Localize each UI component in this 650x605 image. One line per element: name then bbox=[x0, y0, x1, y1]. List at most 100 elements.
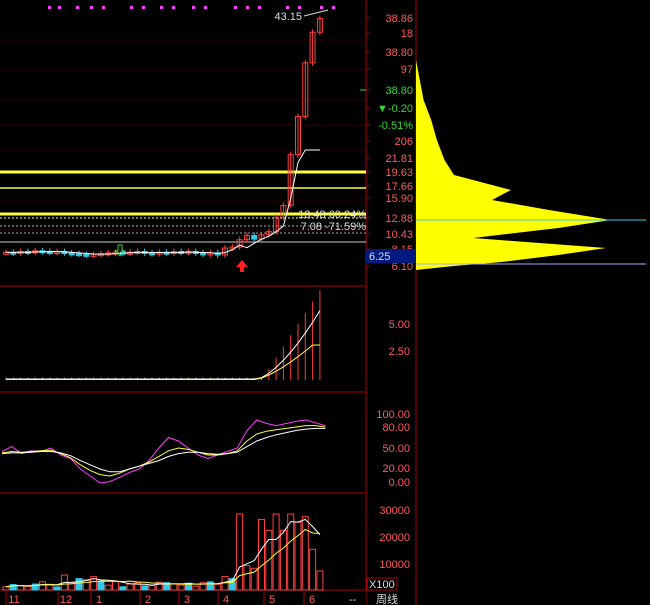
volume-bar bbox=[214, 583, 222, 591]
chart-canvas[interactable]: 43.15 13.48 60.24%7.08 -71.59% 38.86 18 38.… bbox=[0, 0, 650, 605]
volume-bar bbox=[148, 585, 156, 591]
volatility-axis-label: 5.00 bbox=[389, 319, 410, 331]
volume-panel: 30000 20000 10000 X100 bbox=[2, 505, 410, 591]
volume-bar bbox=[17, 585, 25, 591]
price-grid bbox=[0, 39, 366, 231]
volatility-line-slow bbox=[6, 344, 320, 380]
volatility-axis-label: 2.50 bbox=[389, 346, 410, 358]
volume-bar bbox=[309, 548, 317, 591]
top-dot-marker bbox=[234, 6, 237, 9]
price-axis-label: 17.66 bbox=[385, 181, 413, 193]
x-axis-label: 2 bbox=[145, 594, 151, 605]
oscillator-axis-label: 50.00 bbox=[382, 443, 410, 455]
nav-button[interactable]: -- bbox=[349, 594, 357, 605]
volatility-panel: 5.00 2.50 bbox=[5, 290, 410, 380]
oscillator-axis-label: 20.00 bbox=[382, 463, 410, 475]
volume-bar bbox=[39, 581, 46, 591]
volume-bar bbox=[192, 585, 200, 591]
high-price-pointer bbox=[303, 9, 329, 17]
volume-bar bbox=[97, 580, 105, 591]
top-dot-marker bbox=[130, 6, 133, 9]
x-axis-label: 1 bbox=[96, 594, 102, 605]
top-dot-marker bbox=[90, 6, 93, 9]
volume-bar bbox=[104, 584, 112, 591]
volume-bar bbox=[316, 570, 324, 591]
volume-bar bbox=[206, 581, 214, 591]
price-axis-label: 15.90 bbox=[385, 193, 413, 205]
oscillator-panel: 100.0080.00 50.00 20.00 0.00 bbox=[1, 409, 410, 489]
oscillator-d-line bbox=[1, 425, 326, 477]
period-button[interactable]: 周线 bbox=[376, 592, 398, 605]
panel-frame bbox=[0, 0, 417, 605]
volume-bar bbox=[2, 586, 10, 591]
top-dot-marker bbox=[76, 6, 79, 9]
volume-bar bbox=[126, 583, 134, 591]
price-candles bbox=[3, 15, 323, 258]
volume-profile-shape bbox=[416, 60, 611, 270]
volume-bar bbox=[141, 585, 149, 591]
volume-bar bbox=[279, 529, 287, 591]
oscillator-axis-label: 0.00 bbox=[389, 477, 410, 489]
volume-bar bbox=[258, 518, 265, 591]
x-axis-label: 6 bbox=[309, 594, 315, 605]
volume-bar bbox=[119, 586, 127, 591]
top-dot-marker bbox=[204, 6, 207, 9]
volume-bar bbox=[294, 521, 302, 591]
top-dot-marker bbox=[142, 6, 145, 9]
candle-body bbox=[76, 253, 82, 257]
price-axis-label: 18 bbox=[401, 28, 413, 40]
volume-bar bbox=[112, 581, 119, 591]
x-axis-label: 4 bbox=[223, 594, 229, 605]
volume-bar bbox=[301, 516, 309, 591]
volume-bar bbox=[75, 578, 83, 591]
candle-body bbox=[251, 234, 258, 240]
price-axis-label: 206 bbox=[395, 136, 413, 148]
x-axis-label: 11 bbox=[8, 594, 19, 605]
volume-axis-label: 30000 bbox=[379, 505, 410, 517]
top-dot-marker bbox=[258, 6, 261, 9]
current-price-label: 6.25 bbox=[369, 251, 390, 263]
buy-arrow bbox=[236, 260, 248, 272]
price-axis-label: 38.80 bbox=[385, 47, 413, 59]
oscillator-axis-label: 100.00 bbox=[376, 409, 410, 421]
volume-bar bbox=[243, 565, 251, 591]
top-dot-marker bbox=[160, 6, 163, 9]
top-dot-marker bbox=[246, 6, 249, 9]
volume-bar bbox=[177, 584, 185, 591]
top-dot-marker bbox=[102, 6, 105, 9]
volume-axis-label: 10000 bbox=[379, 559, 410, 571]
price-axis-label: 38.86 bbox=[385, 13, 413, 25]
price-axis-label: 10.43 bbox=[385, 229, 413, 241]
high-price-label: 43.15 bbox=[274, 11, 302, 23]
price-axis-label: -0.51% bbox=[378, 120, 413, 132]
volume-axis-label: 20000 bbox=[379, 532, 410, 544]
candle-body bbox=[83, 253, 90, 257]
top-dot-marker bbox=[172, 6, 175, 9]
candle-body bbox=[149, 252, 155, 256]
volume-unit-label: X100 bbox=[369, 579, 395, 591]
price-axis-label: 97 bbox=[401, 64, 413, 76]
candle-body bbox=[68, 252, 75, 256]
top-dot-marker bbox=[58, 6, 61, 9]
annotation-lower: 7.08 -71.59% bbox=[301, 221, 367, 233]
price-axis-label: 12.88 bbox=[385, 213, 413, 225]
x-axis: 11 12 1 2 3 4 5 6 -- 周线 bbox=[5, 591, 398, 605]
volume-bar bbox=[53, 586, 61, 591]
x-axis-label: 5 bbox=[269, 594, 275, 605]
price-axis-label: 38.80 bbox=[385, 85, 413, 97]
oscillator-axis-label: 80.00 bbox=[382, 422, 410, 434]
price-axis-label: ▼-0.20 bbox=[377, 103, 413, 115]
price-axis: 38.86 18 38.80 97 38.80 ▼-0.20 -0.51% 206 21.81 1… bbox=[360, 13, 416, 273]
moving-average-line bbox=[5, 149, 320, 255]
volatility-line-fast bbox=[6, 310, 321, 380]
top-dot-marker bbox=[320, 6, 323, 9]
price-axis-label: 19.63 bbox=[385, 167, 413, 179]
volume-profile bbox=[416, 60, 646, 270]
candle-body bbox=[200, 252, 207, 256]
top-dot-marker bbox=[298, 6, 301, 9]
top-dot-marker bbox=[332, 6, 335, 9]
annotation-upper: 13.48 60.24% bbox=[298, 209, 366, 221]
x-axis-label: 3 bbox=[184, 594, 190, 605]
top-dot-marker bbox=[48, 6, 51, 9]
top-dot-marker bbox=[286, 6, 289, 9]
